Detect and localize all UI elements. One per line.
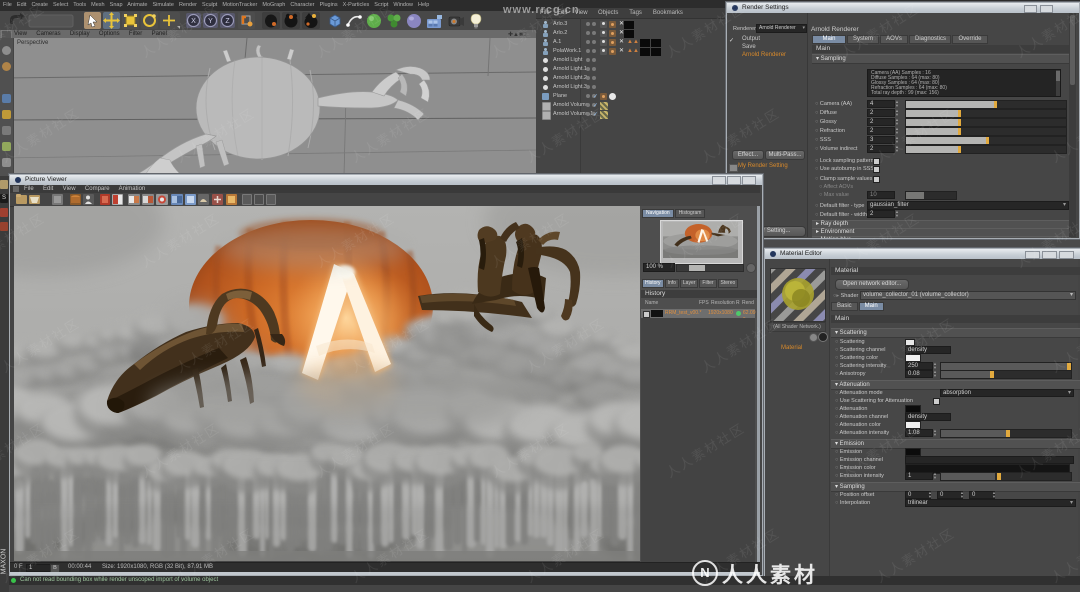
svg-text:Y: Y xyxy=(208,18,213,25)
svg-text:Z: Z xyxy=(225,18,230,25)
svg-text:X: X xyxy=(191,18,196,25)
